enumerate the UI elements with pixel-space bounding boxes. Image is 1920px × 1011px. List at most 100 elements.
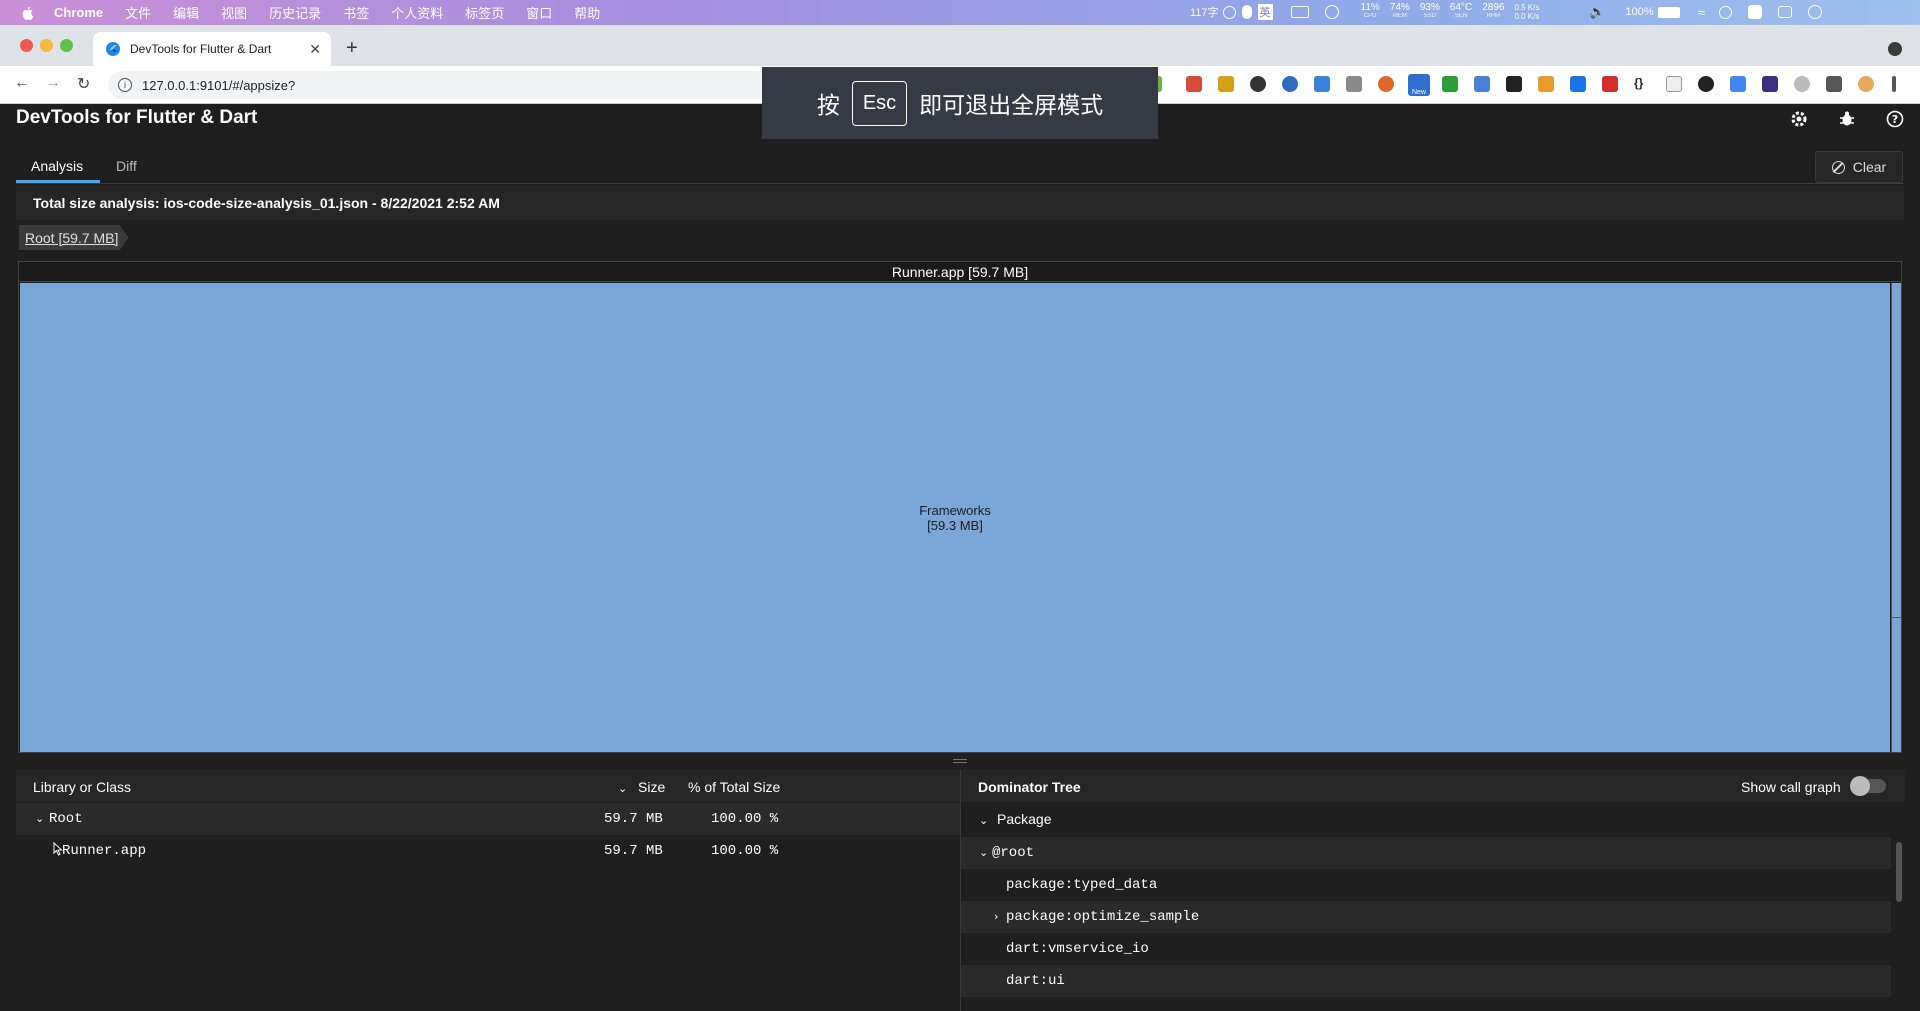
collapse-chevron-icon[interactable]: › — [994, 909, 998, 925]
expand-chevron-icon[interactable]: ⌄ — [35, 811, 44, 827]
clear-label: Clear — [1852, 159, 1887, 175]
browser-menu-icon[interactable] — [1892, 76, 1896, 92]
extension-14-icon[interactable] — [1570, 76, 1586, 92]
treemap: Runner.app [59.7 MB] Frameworks [59.3 MB… — [18, 261, 1902, 753]
word-count: 117字 — [1190, 7, 1219, 19]
help-icon[interactable]: ? — [1886, 110, 1904, 128]
treemap-node-small-2[interactable] — [1891, 617, 1901, 752]
menu-history[interactable]: 历史记录 — [269, 3, 321, 22]
ssd-label: SSD — [1423, 13, 1437, 19]
menu-help[interactable]: 帮助 — [574, 3, 600, 22]
column-size[interactable]: Size — [638, 779, 665, 795]
input-language[interactable]: 英 — [1257, 4, 1273, 20]
treemap-node-size: [59.3 MB] — [927, 517, 983, 533]
tab-analysis[interactable]: Analysis — [31, 158, 83, 174]
translate-icon[interactable] — [1730, 76, 1746, 92]
table-row[interactable]: Runner.app 59.7 MB 100.00 % — [16, 835, 960, 867]
microphone-icon[interactable] — [1241, 5, 1252, 19]
browser-tab-devtools[interactable]: DevTools for Flutter & Dart ✕ — [93, 32, 331, 66]
extensions-puzzle-icon[interactable] — [1826, 76, 1842, 92]
column-library-or-class[interactable]: Library or Class — [33, 779, 131, 795]
tree-row-root[interactable]: ⌄ @root — [961, 837, 1891, 869]
menu-window[interactable]: 窗口 — [526, 3, 552, 22]
extension-11-icon[interactable] — [1474, 76, 1490, 92]
svg-text:?: ? — [1892, 113, 1898, 126]
window-minimize-button[interactable] — [40, 39, 53, 52]
package-group-row[interactable]: ⌄ Package — [961, 803, 1891, 835]
extension-10-icon[interactable] — [1442, 76, 1458, 92]
show-call-graph-label: Show call graph — [1741, 779, 1841, 795]
menu-bookmarks[interactable]: 书签 — [343, 3, 369, 22]
volume-icon[interactable]: 🔈 — [1589, 4, 1605, 20]
tab-search-icon[interactable] — [1888, 42, 1902, 56]
extension-20-icon[interactable] — [1762, 76, 1778, 92]
breadcrumb-root[interactable]: Root [59.7 MB] — [19, 225, 129, 250]
show-call-graph-toggle[interactable] — [1850, 776, 1886, 796]
expand-chevron-icon[interactable]: ⌄ — [979, 845, 988, 861]
tab-diff[interactable]: Diff — [116, 158, 137, 174]
extension-5-icon[interactable] — [1282, 76, 1298, 92]
menu-extra-icon[interactable] — [1747, 5, 1762, 19]
cpu-value: 11% — [1360, 2, 1380, 13]
tab-close-icon[interactable]: ✕ — [309, 41, 321, 58]
tree-row[interactable]: › package:optimize_sample — [961, 901, 1891, 933]
tree-row[interactable]: dart:ui — [961, 965, 1891, 997]
extension-17-icon[interactable] — [1666, 76, 1682, 92]
column-percent[interactable]: % of Total Size — [688, 779, 780, 795]
rpm-label: RPM — [1486, 13, 1500, 19]
treemap-node-frameworks[interactable]: Frameworks [59.3 MB] — [20, 283, 1890, 752]
tree-row[interactable]: dart:vmservice_io — [961, 933, 1891, 965]
window-close-button[interactable] — [20, 39, 33, 52]
expand-chevron-icon[interactable]: ⌄ — [979, 811, 988, 827]
table-row[interactable]: ⌄ Root 59.7 MB 100.00 % — [16, 803, 960, 835]
extension-8-icon[interactable] — [1378, 76, 1394, 92]
app-status-icon[interactable] — [1324, 5, 1339, 19]
reload-icon[interactable]: ↻ — [77, 74, 90, 94]
rss-extension-icon[interactable] — [1538, 76, 1554, 92]
menu-view[interactable]: 视图 — [221, 3, 247, 22]
menu-app-name[interactable]: Chrome — [54, 5, 103, 20]
extension-21-icon[interactable] — [1794, 76, 1810, 92]
clock-icon[interactable] — [1807, 5, 1822, 19]
extension-12-icon[interactable] — [1506, 76, 1522, 92]
emoji-icon[interactable] — [1222, 5, 1236, 19]
cpu-label: CPU — [1363, 13, 1377, 19]
clear-button[interactable]: Clear — [1815, 151, 1903, 183]
menu-file[interactable]: 文件 — [125, 3, 151, 22]
treemap-header-runner-app[interactable]: Runner.app [59.7 MB] — [19, 262, 1901, 282]
resize-handle[interactable] — [953, 759, 967, 763]
forward-icon[interactable]: → — [45, 74, 61, 92]
profile-avatar[interactable] — [1858, 76, 1874, 92]
battery-icon[interactable] — [1657, 6, 1680, 18]
user-icon[interactable] — [1718, 5, 1732, 19]
row-name: Root — [49, 811, 83, 827]
sort-desc-icon[interactable]: ⌄ — [618, 779, 627, 795]
extension-6-icon[interactable] — [1314, 76, 1330, 92]
apple-icon[interactable] — [20, 5, 36, 21]
extension-3-icon[interactable] — [1218, 76, 1234, 92]
extension-7-icon[interactable] — [1346, 76, 1362, 92]
bug-report-icon[interactable] — [1838, 110, 1856, 128]
new-tab-button[interactable]: + — [346, 37, 358, 60]
extension-15-icon[interactable] — [1602, 76, 1618, 92]
menu-profile[interactable]: 个人资料 — [391, 3, 443, 22]
site-info-icon[interactable]: i — [118, 78, 132, 92]
row-percent: 100.00 % — [711, 811, 779, 827]
extension-new-icon[interactable]: New — [1408, 74, 1430, 96]
json-extension-icon[interactable]: {} — [1634, 76, 1650, 92]
dominator-scrollbar[interactable] — [1896, 842, 1902, 902]
menu-tabs[interactable]: 标签页 — [465, 3, 504, 22]
screen-record-icon[interactable] — [1290, 6, 1309, 18]
control-center-icon[interactable] — [1777, 6, 1792, 18]
dark-mode-icon[interactable] — [1698, 76, 1714, 92]
extension-2-icon[interactable] — [1186, 76, 1202, 92]
settings-gear-icon[interactable] — [1790, 110, 1808, 128]
extension-4-icon[interactable] — [1250, 76, 1266, 92]
window-zoom-button[interactable] — [60, 39, 73, 52]
row-size: 59.7 MB — [604, 811, 663, 827]
menu-edit[interactable]: 编辑 — [173, 3, 199, 22]
wifi-icon[interactable]: ≈ — [1698, 5, 1705, 20]
back-icon[interactable]: ← — [14, 74, 30, 92]
tree-row[interactable]: package:typed_data — [961, 869, 1891, 901]
dominator-tree-panel: Dominator Tree Show call graph ⌄ Package… — [960, 770, 1905, 1011]
